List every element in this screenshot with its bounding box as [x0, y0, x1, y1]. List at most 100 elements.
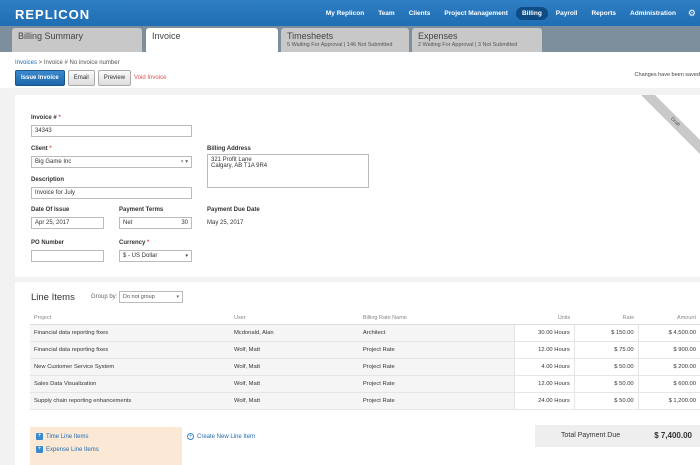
column-billing-rate-name: Billing Rate Name [358, 312, 515, 325]
cell-user: Wolf, Matt [229, 358, 359, 376]
breadcrumb-current: Invoice # No invoice number [43, 60, 120, 66]
cell-billing-rate-name: Project Rate [358, 392, 515, 410]
clear-and-chevron-down-icon[interactable]: × ▾ [180, 159, 188, 165]
cell-rate[interactable]: $ 150.00 [573, 324, 639, 342]
email-button[interactable]: Email [67, 70, 95, 86]
time-line-items-toggle[interactable]: + Time Line Items [36, 433, 88, 440]
preview-button[interactable]: Preview [97, 70, 132, 86]
po-number-label: PO Number [31, 240, 65, 246]
nav-billing[interactable]: Billing [515, 6, 548, 20]
client-label: Client * [31, 146, 52, 152]
currency-select[interactable]: $ - US Dollar ▾ [119, 250, 192, 262]
table-row[interactable]: Financial data reporting fixes Wolf, Mat… [30, 341, 700, 359]
line-items-title: Line Items [31, 292, 75, 303]
cell-amount: $ 600.00 [637, 375, 700, 393]
po-number-input[interactable] [31, 250, 104, 262]
nav-team[interactable]: Team [372, 7, 401, 20]
nav-payroll[interactable]: Payroll [550, 7, 584, 20]
cell-project: Sales Data Visualization [30, 375, 230, 393]
issue-invoice-button[interactable]: Issue Invoice [15, 70, 65, 86]
billing-address-input[interactable]: 321 Profit Lane Calgary, AB T1A 9R4 [207, 154, 369, 188]
cell-project: New Customer Service System [30, 358, 230, 376]
cell-units[interactable]: 24.00 Hours [513, 392, 575, 410]
tab-invoice-label: Invoice [152, 31, 181, 41]
cell-user: Wolf, Matt [229, 341, 359, 359]
nav-administration[interactable]: Administration [624, 7, 682, 20]
total-payment-due-value: $ 7,400.00 [654, 431, 692, 440]
tab-timesheets-status: 5 Waiting For Approval | 146 Not Submitt… [287, 42, 393, 48]
tab-timesheets-label: Timesheets [287, 31, 334, 41]
cell-project: Supply chain reporting enhancements [30, 392, 230, 410]
chevron-down-icon: ▾ [185, 253, 188, 259]
line-item-types: + Time Line Items + Expense Line Items [30, 427, 182, 465]
create-new-line-item-link[interactable]: + Create New Line Item [187, 433, 255, 440]
table-row[interactable]: Sales Data Visualization Wolf, Matt Proj… [30, 375, 700, 393]
expense-line-items-toggle[interactable]: + Expense Line Items [36, 446, 99, 453]
add-circle-icon: + [187, 433, 194, 440]
line-items-panel: Line Items Group by: Do not group ▾ Proj… [15, 282, 700, 465]
cell-rate[interactable]: $ 50.00 [573, 358, 639, 376]
tab-billing-summary[interactable]: Billing Summary [12, 28, 142, 52]
group-by-value: Do not group [123, 294, 155, 300]
cell-units[interactable]: 30.00 Hours [513, 324, 575, 342]
description-input[interactable]: Invoice for July [31, 187, 192, 199]
table-header-row: Project User Billing Rate Name Units Rat… [30, 312, 700, 325]
table-row[interactable]: New Customer Service System Wolf, Matt P… [30, 358, 700, 376]
nav-reports[interactable]: Reports [585, 7, 622, 20]
cell-units[interactable]: 12.00 Hours [513, 341, 575, 359]
column-units: Units [514, 312, 575, 325]
tab-invoice[interactable]: Invoice [146, 28, 278, 52]
cell-user: Wolf, Matt [229, 392, 359, 410]
cell-billing-rate-name: Architect [358, 324, 515, 342]
tab-expenses-status: 2 Waiting For Approval | 3 Not Submitted [418, 42, 518, 48]
draft-corner: Draft [640, 95, 700, 155]
nav-my-replicon[interactable]: My Replicon [320, 7, 370, 20]
breadcrumb-invoices-link[interactable]: Invoices [15, 60, 37, 66]
group-by-label: Group by: [91, 294, 118, 300]
save-status: Changes have been saved [634, 72, 700, 78]
create-new-line-item-label: Create New Line Item [197, 433, 256, 440]
column-amount: Amount [638, 312, 700, 325]
invoice-number-input[interactable]: 34343 [31, 125, 192, 137]
cell-rate[interactable]: $ 75.00 [573, 341, 639, 359]
billing-address-line-2: Calgary, AB T1A 9R4 [211, 163, 268, 169]
line-items-table: Project User Billing Rate Name Units Rat… [30, 312, 700, 410]
payment-terms-input[interactable]: Net 30 [119, 217, 192, 229]
tab-timesheets[interactable]: Timesheets 5 Waiting For Approval | 146 … [281, 28, 409, 52]
cell-user: Wolf, Matt [229, 375, 359, 393]
nav-project-management[interactable]: Project Management [438, 7, 514, 20]
cell-rate[interactable]: $ 50.00 [573, 375, 639, 393]
tab-billing-summary-label: Billing Summary [18, 31, 84, 41]
cell-units[interactable]: 4.00 Hours [513, 358, 575, 376]
gear-icon[interactable]: ⚙ [688, 8, 696, 19]
invoice-form: Draft Invoice # * 34343 Client * Big Gam… [15, 95, 700, 277]
cell-billing-rate-name: Project Rate [358, 358, 515, 376]
payment-due-value: May 25, 2017 [207, 220, 244, 226]
client-select[interactable]: Big Game Inc × ▾ [31, 156, 192, 168]
date-of-issue-label: Date Of Issue [31, 207, 70, 213]
table-row[interactable]: Supply chain reporting enhancements Wolf… [30, 392, 700, 410]
replicon-logo[interactable]: REPLICON [15, 7, 90, 22]
nav-clients[interactable]: Clients [403, 7, 437, 20]
void-invoice-link[interactable]: Void Invoice [134, 75, 166, 81]
total-payment-due-label: Total Payment Due [561, 432, 621, 439]
cell-rate[interactable]: $ 50.00 [573, 392, 639, 410]
required-marker: * [147, 240, 150, 246]
cell-units[interactable]: 12.00 Hours [513, 375, 575, 393]
group-by-select[interactable]: Do not group ▾ [119, 291, 183, 303]
date-of-issue-input[interactable]: Apr 25, 2017 [31, 217, 104, 229]
tab-expenses[interactable]: Expenses 2 Waiting For Approval | 3 Not … [412, 28, 542, 52]
cell-amount: $ 200.00 [637, 358, 700, 376]
cell-billing-rate-name: Project Rate [358, 375, 515, 393]
cell-amount: $ 4,500.00 [637, 324, 700, 342]
cell-amount: $ 1,200.00 [637, 392, 700, 410]
required-marker: * [58, 115, 61, 121]
cell-project: Financial data reporting fixes [30, 324, 230, 342]
breadcrumb-separator: > [37, 60, 44, 66]
invoice-number-label: Invoice # * [31, 115, 61, 121]
chevron-down-icon: ▾ [176, 294, 179, 300]
currency-label: Currency * [119, 240, 149, 246]
client-value: Big Game Inc [35, 159, 72, 165]
table-row[interactable]: Financial data reporting fixes Mcdonald,… [30, 324, 700, 342]
plus-icon: + [36, 446, 43, 453]
